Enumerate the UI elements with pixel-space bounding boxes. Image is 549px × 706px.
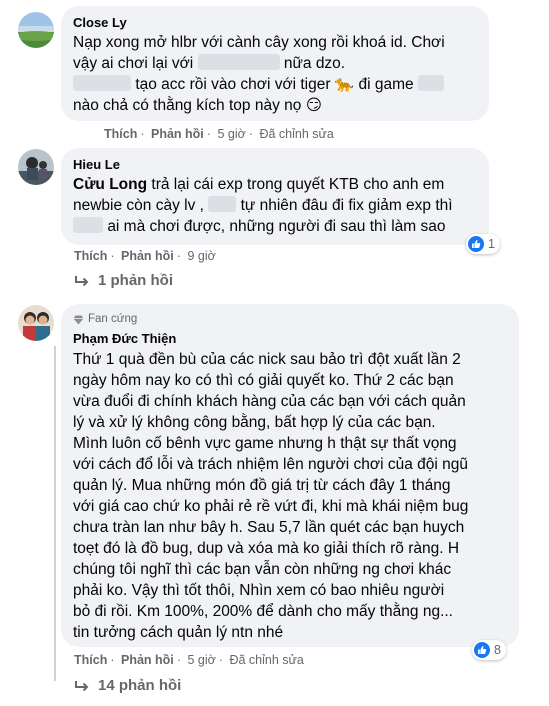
comment-bubble: Fan cứng Phạm Đức Thiện Thứ 1 quà đền bù… xyxy=(61,304,519,647)
diamond-badge-icon xyxy=(73,315,84,324)
like-icon xyxy=(474,642,490,658)
redacted-text xyxy=(73,217,103,233)
reply-button[interactable]: Phản hồi xyxy=(121,249,174,263)
comment-author[interactable]: Hieu Le xyxy=(73,156,475,174)
avatar[interactable] xyxy=(18,305,54,341)
reply-button[interactable]: Phản hồi xyxy=(151,127,204,141)
comment-bubble: Close Ly Nạp xong mở hlbr với cành cây x… xyxy=(61,6,489,121)
comment-hieu-le: Hieu Le Cửu Long trả lại cái exp trong q… xyxy=(18,140,539,300)
mention-link[interactable]: Cửu Long xyxy=(73,176,147,193)
comment-close-ly: Close Ly Nạp xong mở hlbr với cành cây x… xyxy=(18,0,539,150)
comment-pham-duc-thien: Fan cứng Phạm Đức Thiện Thứ 1 quà đền bù… xyxy=(18,300,539,706)
comment-author[interactable]: Phạm Đức Thiện xyxy=(73,330,505,348)
like-icon xyxy=(468,236,484,252)
like-button[interactable]: Thích xyxy=(74,249,107,263)
view-replies-button[interactable]: 14 phản hồi xyxy=(74,676,181,696)
reply-arrow-icon xyxy=(75,681,89,692)
comment-author[interactable]: Close Ly xyxy=(73,14,475,32)
comment-bubble: Hieu Le Cửu Long trả lại cái exp trong q… xyxy=(61,148,489,245)
avatar[interactable] xyxy=(18,12,54,48)
edited-label: Đã chỉnh sửa xyxy=(259,127,334,141)
like-button[interactable]: Thích xyxy=(74,653,107,667)
tiger-emoji: 🐆 xyxy=(334,76,355,93)
comment-text: Cửu Long trả lại cái exp trong quyết KTB… xyxy=(73,176,453,235)
top-fan-badge[interactable]: Fan cứng xyxy=(73,312,505,327)
like-button[interactable]: Thích xyxy=(104,127,137,141)
reaction-count: 1 xyxy=(488,237,495,251)
reply-arrow-icon xyxy=(75,276,89,287)
thread-line xyxy=(54,346,56,681)
redacted-text xyxy=(208,196,237,212)
reaction-count: 8 xyxy=(494,643,501,657)
comment-text: Nạp xong mở hlbr với cành cây xong rồi k… xyxy=(73,34,445,114)
comment-actions: Thích · Phản hồi · 9 giờ xyxy=(74,249,216,263)
timestamp[interactable]: 5 giờ xyxy=(187,653,215,667)
smirk-emoji: 😏 xyxy=(305,97,322,114)
redacted-text xyxy=(197,54,280,70)
comment-text: Thứ 1 quà đền bù của các nick sau bảo tr… xyxy=(73,351,469,641)
edited-label: Đã chỉnh sửa xyxy=(229,653,304,667)
timestamp[interactable]: 9 giờ xyxy=(187,249,215,263)
redacted-text xyxy=(417,75,444,91)
reply-button[interactable]: Phản hồi xyxy=(121,653,174,667)
avatar[interactable] xyxy=(18,149,54,185)
redacted-text xyxy=(73,75,131,91)
reaction-summary[interactable]: 1 xyxy=(466,234,500,254)
comment-actions: Thích · Phản hồi · 5 giờ · Đã chỉnh sửa xyxy=(74,653,304,667)
timestamp[interactable]: 5 giờ xyxy=(217,127,245,141)
reaction-summary[interactable]: 8 xyxy=(472,640,506,660)
view-replies-button[interactable]: 1 phản hồi xyxy=(74,271,173,291)
